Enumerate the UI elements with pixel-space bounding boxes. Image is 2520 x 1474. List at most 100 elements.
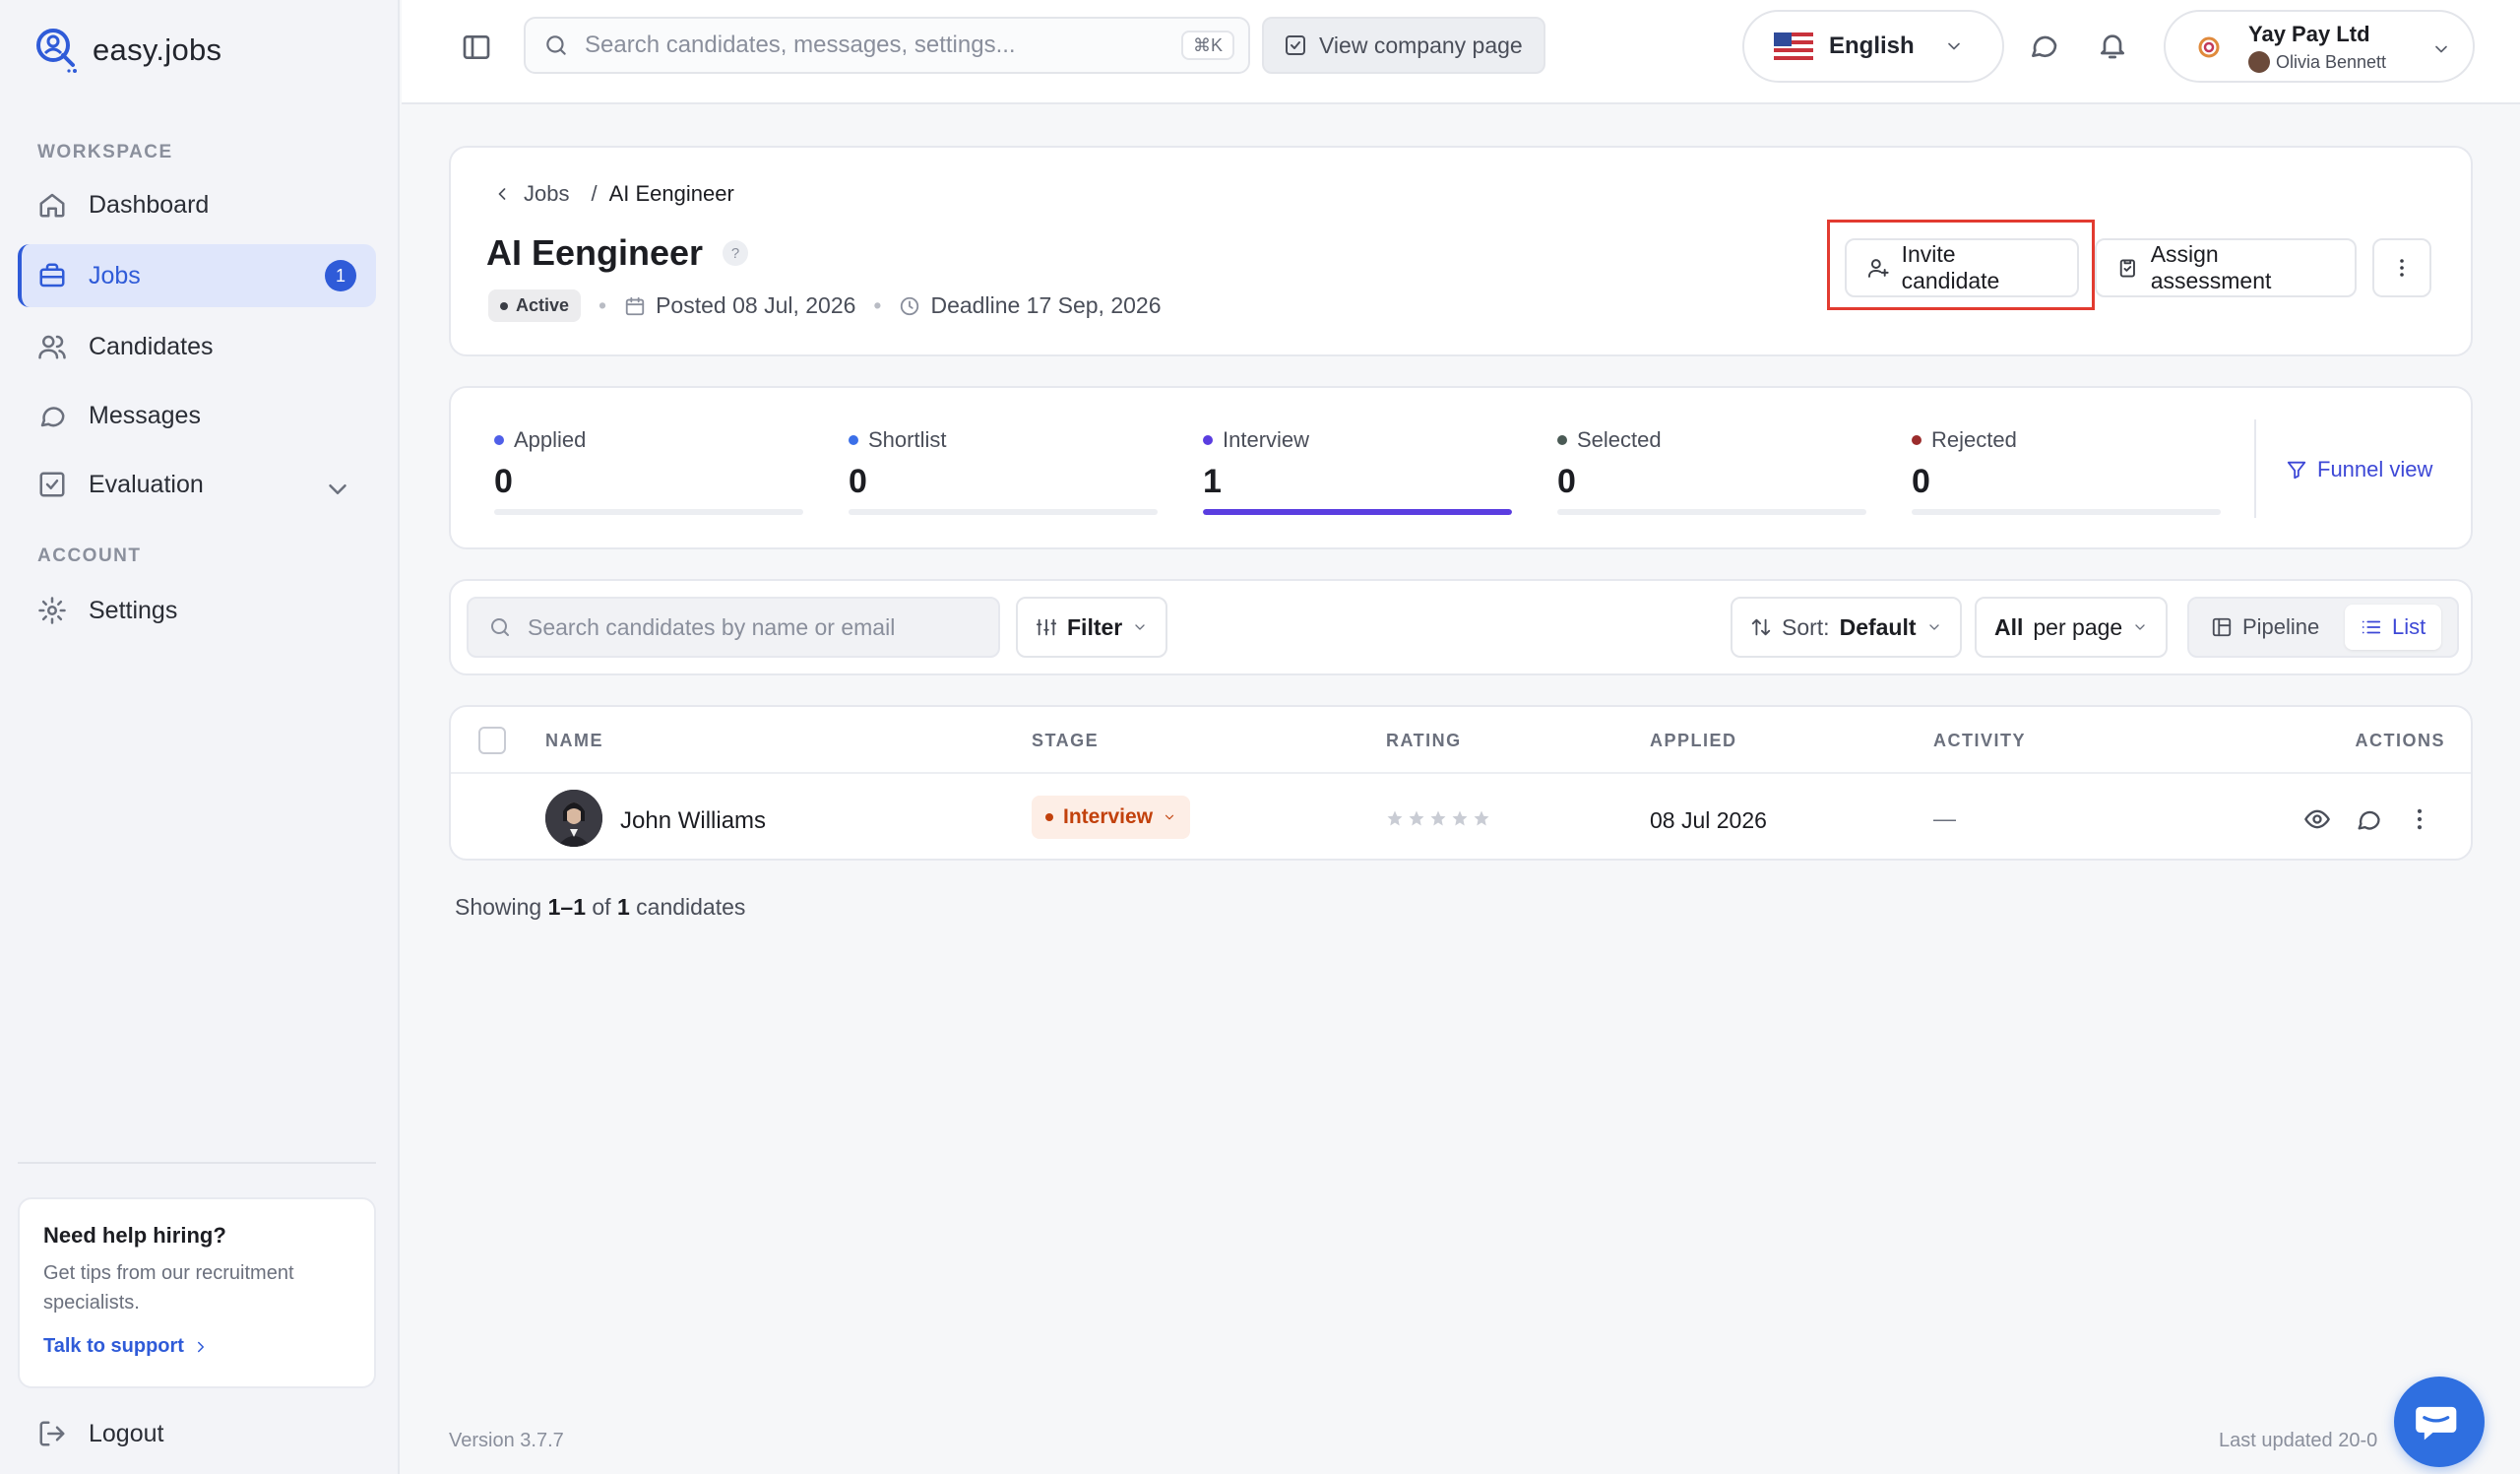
- checklist-icon: [39, 472, 65, 497]
- status-badge: Active: [488, 289, 582, 322]
- eye-icon[interactable]: [2303, 805, 2331, 833]
- chevron-down-icon: [1928, 624, 1939, 630]
- job-header-card: Jobs / AI Eengineer AI Eengineer ? Activ…: [449, 146, 2473, 356]
- stage-dropdown[interactable]: Interview: [1032, 796, 1191, 839]
- stat-dot: [1557, 435, 1567, 445]
- table-row[interactable]: John Williams Interview 08 Jul 2026 —: [451, 776, 2471, 859]
- filter-button[interactable]: Filter: [1016, 597, 1168, 658]
- funnel-icon: [2287, 461, 2306, 480]
- column-header-stage[interactable]: STAGE: [1032, 731, 1099, 751]
- clock-icon: [901, 296, 919, 315]
- global-search-input[interactable]: Search candidates, messages, settings...…: [524, 17, 1250, 74]
- stat-label-text: Rejected: [1931, 427, 2017, 452]
- stat-rejected[interactable]: Rejected 0: [1912, 427, 2221, 515]
- message-icon[interactable]: [2355, 805, 2382, 833]
- sidebar-item-candidates[interactable]: Candidates: [18, 315, 376, 378]
- star-icon[interactable]: [1429, 809, 1447, 827]
- star-icon[interactable]: [1451, 809, 1469, 827]
- column-header-applied[interactable]: APPLIED: [1650, 731, 1737, 751]
- help-title: Need help hiring?: [43, 1223, 226, 1248]
- more-vertical-icon: [2400, 259, 2404, 277]
- rating-stars[interactable]: [1386, 809, 1490, 827]
- stat-progress-bar: [849, 509, 1158, 515]
- stat-progress-fill: [1203, 509, 1512, 515]
- list-view-tab[interactable]: List: [2345, 605, 2442, 650]
- star-icon[interactable]: [1408, 809, 1425, 827]
- users-icon: [38, 335, 66, 359]
- stage-dot: [1045, 813, 1053, 821]
- support-chat-button[interactable]: [2394, 1377, 2485, 1467]
- sidebar-toggle-icon[interactable]: [461, 32, 492, 63]
- sidebar-item-label: Jobs: [89, 261, 141, 289]
- candidate-photo-icon: [545, 790, 602, 847]
- stat-label: Shortlist: [849, 427, 1158, 453]
- gear-icon: [38, 597, 66, 624]
- user-avatar: [2248, 51, 2270, 73]
- logout-button[interactable]: Logout: [18, 1402, 376, 1465]
- sidebar-item-jobs[interactable]: Jobs 1: [18, 244, 376, 307]
- stat-selected[interactable]: Selected 0: [1557, 427, 1866, 515]
- pagination-of: of: [592, 894, 611, 920]
- sidebar-divider: [18, 1162, 376, 1164]
- company-logo-icon: [2198, 36, 2220, 58]
- app-logo[interactable]: easy.jobs: [33, 26, 221, 75]
- external-check-icon: [1286, 35, 1305, 55]
- assign-assessment-button[interactable]: Assign assessment: [2095, 238, 2357, 297]
- stat-dot: [849, 435, 858, 445]
- stage-label: Interview: [1063, 805, 1154, 828]
- funnel-view-button[interactable]: Funnel view: [2286, 457, 2432, 482]
- more-options-button[interactable]: [2372, 238, 2431, 297]
- stat-applied[interactable]: Applied 0: [494, 427, 803, 515]
- sort-dropdown[interactable]: Sort: Default: [1731, 597, 1962, 658]
- top-bar: Search candidates, messages, settings...…: [402, 0, 2520, 104]
- chat-icon[interactable]: [2028, 30, 2059, 61]
- help-question-icon[interactable]: ?: [723, 240, 749, 266]
- search-icon: [491, 618, 509, 636]
- user-name: Olivia Bennett: [2276, 51, 2387, 72]
- more-vertical-icon[interactable]: [2406, 805, 2433, 833]
- chevron-down-icon: [329, 484, 346, 494]
- column-header-rating[interactable]: RATING: [1386, 731, 1462, 751]
- posted-date: Posted 08 Jul, 2026: [624, 292, 855, 319]
- star-icon[interactable]: [1473, 809, 1490, 827]
- stat-interview[interactable]: Interview 1: [1203, 427, 1512, 515]
- select-all-checkbox[interactable]: [478, 727, 506, 754]
- per-page-suffix: per page: [2033, 613, 2123, 640]
- user-info: Olivia Bennett: [2248, 51, 2386, 73]
- stat-dot: [494, 435, 504, 445]
- chevron-down-icon: [1135, 624, 1145, 630]
- deadline-date: Deadline 17 Sep, 2026: [899, 292, 1162, 319]
- bell-icon[interactable]: [2097, 30, 2128, 61]
- breadcrumb-jobs-link[interactable]: Jobs: [524, 181, 569, 207]
- stat-shortlist[interactable]: Shortlist 0: [849, 427, 1158, 515]
- pipeline-view-tab[interactable]: Pipeline: [2195, 605, 2335, 650]
- sidebar-item-evaluation[interactable]: Evaluation: [18, 453, 376, 516]
- sidebar: easy.jobs WORKSPACE Dashboard Jobs 1 Can…: [0, 0, 400, 1474]
- global-search-placeholder: Search candidates, messages, settings...: [585, 32, 1016, 58]
- search-shortcut: ⌘K: [1180, 31, 1234, 60]
- talk-to-support-link[interactable]: Talk to support: [43, 1335, 350, 1358]
- column-header-name[interactable]: NAME: [545, 731, 603, 751]
- stat-label-text: Interview: [1223, 427, 1310, 452]
- breadcrumb: Jobs / AI Eengineer: [492, 181, 734, 207]
- meta-separator: •: [873, 292, 882, 318]
- sidebar-item-messages[interactable]: Messages: [18, 384, 376, 447]
- star-icon[interactable]: [1386, 809, 1404, 827]
- chevron-left-icon[interactable]: [492, 184, 512, 204]
- account-menu[interactable]: Yay Pay Ltd Olivia Bennett: [2164, 10, 2475, 83]
- language-selector[interactable]: English: [1742, 10, 2004, 83]
- candidates-table: NAME STAGE RATING APPLIED ACTIVITY ACTIO…: [449, 705, 2473, 861]
- candidate-name[interactable]: John Williams: [620, 807, 766, 835]
- stat-progress-bar: [1203, 509, 1512, 515]
- sidebar-item-dashboard[interactable]: Dashboard: [18, 173, 376, 236]
- view-company-page-button[interactable]: View company page: [1262, 17, 1545, 74]
- chevron-down-icon: [2435, 45, 2447, 53]
- per-page-dropdown[interactable]: All per page: [1975, 597, 2169, 658]
- search-icon: [546, 35, 566, 55]
- pagination-suffix: candidates: [636, 894, 746, 920]
- calendar-icon: [625, 296, 645, 315]
- candidate-search-input[interactable]: Search candidates by name or email: [467, 597, 1000, 658]
- sidebar-item-settings[interactable]: Settings: [18, 579, 376, 642]
- logout-icon: [39, 1421, 65, 1446]
- chevron-down-icon: [1947, 42, 1960, 50]
